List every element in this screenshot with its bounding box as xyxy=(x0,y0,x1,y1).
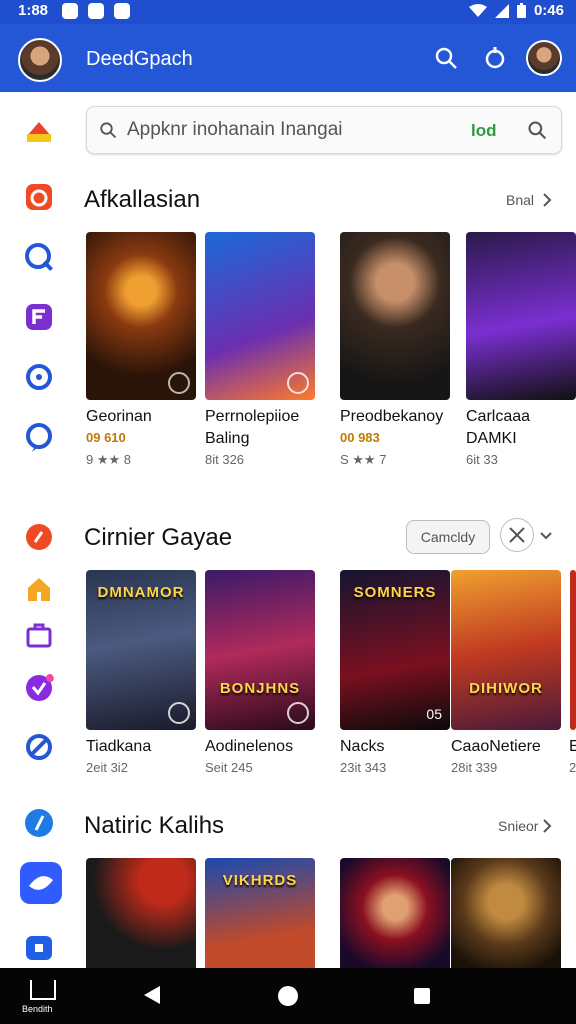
game-meta: Seit 245 xyxy=(205,760,253,775)
game-meta: 8it 326 xyxy=(205,452,245,467)
cover-title: DMNAMOR xyxy=(97,584,185,601)
game-name[interactable]: Georinan xyxy=(86,408,152,426)
game-meta: S ★★ 7 xyxy=(340,452,387,467)
chat-icon[interactable] xyxy=(24,242,54,272)
chevron-right-icon[interactable] xyxy=(542,819,552,833)
game-card[interactable] xyxy=(340,858,450,968)
search-bar[interactable]: Appknr inohanain Inangai lod xyxy=(86,106,562,154)
discover-icon[interactable] xyxy=(24,362,54,392)
section-more-link[interactable]: Snieor xyxy=(498,818,538,834)
game-card[interactable]: DMNAMOR xyxy=(86,570,196,730)
game-card[interactable] xyxy=(451,858,561,968)
card-corner-label: 05 xyxy=(426,706,442,722)
game-name[interactable]: Carlcaaa xyxy=(466,408,530,426)
image-icon xyxy=(114,3,130,19)
game-card[interactable] xyxy=(86,858,196,968)
game-name[interactable]: E xyxy=(569,738,576,756)
game-meta: 2 xyxy=(569,760,576,775)
app-title: DeedGpach xyxy=(86,48,193,70)
back-button[interactable] xyxy=(144,986,160,1004)
cover-title: BONJHNS xyxy=(219,680,301,697)
battery-icon xyxy=(516,3,526,18)
home-tab-label[interactable]: Bendith xyxy=(22,1004,53,1014)
search-query: Appknr inohanain Inangai xyxy=(127,119,343,140)
status-bar: 1:88 0:46 xyxy=(0,0,576,24)
chevron-down-icon[interactable] xyxy=(540,532,552,540)
section-title: Natiric Kalihs xyxy=(84,812,225,839)
game-card[interactable] xyxy=(466,232,576,400)
recents-button[interactable] xyxy=(414,988,430,1004)
notification-icon xyxy=(62,3,78,19)
game-name[interactable]: Perrnolepiioe xyxy=(205,408,299,426)
apps-icon[interactable] xyxy=(24,302,54,332)
game-name[interactable]: Preodbekanoy xyxy=(340,408,443,426)
game-meta: 23it 343 xyxy=(340,760,387,775)
section-title: Cirnier Gayae xyxy=(84,524,233,551)
game-card[interactable]: VIKHRDS xyxy=(205,858,315,968)
game-name-2: Baling xyxy=(205,430,250,447)
search-icon xyxy=(100,122,117,139)
search-submit-icon[interactable] xyxy=(527,120,547,140)
game-name[interactable]: CaaoNetiere xyxy=(451,738,541,756)
category-chip[interactable]: Camcldy xyxy=(406,520,490,554)
status-clock: 0:46 xyxy=(533,2,564,19)
game-name[interactable]: Nacks xyxy=(340,738,384,756)
games-icon[interactable] xyxy=(24,182,54,212)
search-label: lod xyxy=(471,121,497,140)
home-button[interactable] xyxy=(278,986,298,1006)
sync-icon xyxy=(88,3,104,19)
cover-title: VIKHRDS xyxy=(222,872,298,889)
house-icon[interactable] xyxy=(24,574,54,604)
signal-icon xyxy=(494,3,509,18)
game-meta: 28it 339 xyxy=(451,760,498,775)
game-card[interactable]: SOMNERS 05 xyxy=(340,570,450,730)
section-title: Afkallasian xyxy=(84,186,201,213)
messenger-icon[interactable] xyxy=(20,862,62,904)
game-card[interactable]: DIHIWOR xyxy=(451,570,561,730)
avatar[interactable] xyxy=(18,38,62,82)
wifi-icon xyxy=(468,3,487,17)
game-card[interactable]: BONJHNS xyxy=(205,570,315,730)
chevron-right-icon[interactable] xyxy=(542,193,552,207)
search-icon[interactable] xyxy=(434,46,458,70)
likes-icon[interactable] xyxy=(24,672,54,702)
refresh-icon[interactable] xyxy=(483,46,507,70)
messages-icon[interactable] xyxy=(24,422,54,452)
game-name-2: DAMKI xyxy=(466,430,517,447)
game-meta: 9 ★★ 8 xyxy=(86,452,131,467)
tools-icon xyxy=(509,527,525,543)
explore-icon[interactable] xyxy=(24,732,54,762)
music-icon[interactable] xyxy=(24,808,54,838)
game-name[interactable]: Aodinelenos xyxy=(205,738,293,756)
game-card[interactable] xyxy=(570,570,576,730)
app-bar: DeedGpach xyxy=(0,24,576,92)
status-time: 1:88 xyxy=(18,2,49,19)
games-icon-2[interactable] xyxy=(24,522,54,552)
game-card[interactable] xyxy=(340,232,450,400)
profile-avatar[interactable] xyxy=(526,40,562,76)
game-price: 09 610 xyxy=(86,430,126,445)
game-meta: 6it 33 xyxy=(466,452,498,467)
home-tab-icon[interactable] xyxy=(30,980,56,1000)
game-name[interactable]: Tiadkana xyxy=(86,738,151,756)
game-meta: 2eit 3i2 xyxy=(86,760,128,775)
bag-icon[interactable] xyxy=(24,620,54,650)
home-icon[interactable] xyxy=(24,114,54,144)
cover-title: SOMNERS xyxy=(353,584,437,601)
cover-title: DIHIWOR xyxy=(469,680,543,697)
wallet-icon[interactable] xyxy=(24,932,54,962)
filter-button[interactable] xyxy=(500,518,534,552)
game-price: 00 983 xyxy=(340,430,380,445)
game-card[interactable] xyxy=(86,232,196,400)
game-card[interactable] xyxy=(205,232,315,400)
section-more-link[interactable]: Bnal xyxy=(506,192,534,208)
